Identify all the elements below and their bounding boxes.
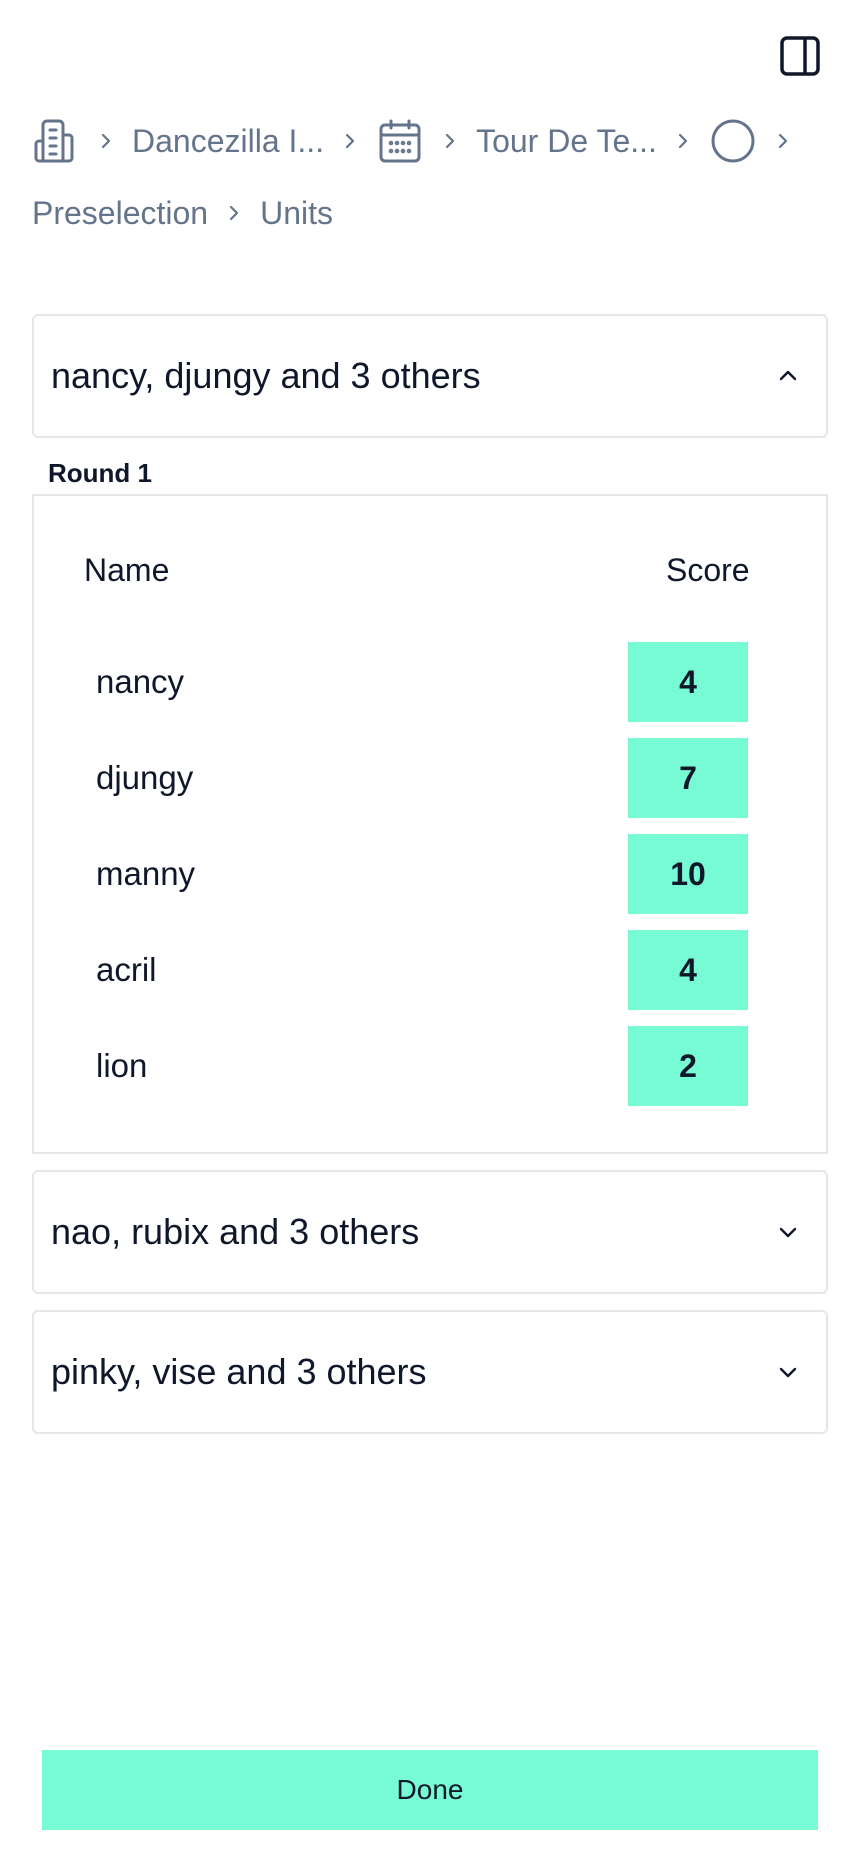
score-cell[interactable]: 10 bbox=[628, 834, 748, 914]
breadcrumb-units[interactable]: Units bbox=[260, 184, 333, 242]
column-header-name: Name bbox=[84, 552, 170, 588]
panel-toggle-button[interactable] bbox=[780, 36, 820, 76]
group-accordion-header[interactable]: nancy, djungy and 3 others bbox=[32, 314, 828, 438]
breadcrumb-preselection[interactable]: Preselection bbox=[32, 184, 208, 242]
score-cell[interactable]: 4 bbox=[628, 642, 748, 722]
breadcrumb-event[interactable]: Tour De Te... bbox=[476, 112, 657, 170]
done-button[interactable]: Done bbox=[42, 1750, 818, 1830]
breadcrumb-stage-icon-link[interactable] bbox=[709, 112, 757, 170]
breadcrumb-organization-icon-link[interactable] bbox=[32, 112, 80, 170]
breadcrumb: Dancezilla I... Tour De Te... Preselecti… bbox=[32, 112, 832, 242]
table-row: djungy 7 bbox=[34, 738, 826, 818]
scores-table: Name Score nancy 4 djungy 7 manny 10 acr… bbox=[32, 494, 828, 1154]
chevron-down-icon bbox=[774, 1358, 802, 1386]
score-cell[interactable]: 4 bbox=[628, 930, 748, 1010]
chevron-right-icon bbox=[424, 112, 476, 170]
calendar-icon bbox=[376, 117, 424, 165]
group-accordion-header[interactable]: pinky, vise and 3 others bbox=[32, 1310, 828, 1434]
table-row: lion 2 bbox=[34, 1026, 826, 1106]
breadcrumb-label: Preselection bbox=[32, 194, 209, 231]
chevron-right-icon bbox=[208, 184, 260, 242]
score-cell[interactable]: 2 bbox=[628, 1026, 748, 1106]
table-row: acril 4 bbox=[34, 930, 826, 1010]
dancer-name: djungy bbox=[96, 759, 194, 796]
table-row: nancy 4 bbox=[34, 642, 826, 722]
chevron-right-icon bbox=[657, 112, 709, 170]
dancer-name: lion bbox=[96, 1047, 148, 1084]
column-header-score: Score bbox=[666, 552, 750, 588]
chevron-up-icon bbox=[774, 362, 802, 390]
chevron-right-icon bbox=[324, 112, 376, 170]
round-label: Round 1 bbox=[48, 458, 152, 488]
chevron-right-icon bbox=[757, 112, 809, 170]
dancer-name: manny bbox=[96, 855, 196, 892]
panel-toggle-icon bbox=[780, 36, 820, 76]
table-row: manny 10 bbox=[34, 834, 826, 914]
breadcrumb-event-icon-link[interactable] bbox=[376, 112, 424, 170]
breadcrumb-label: Dancezilla I... bbox=[132, 122, 325, 159]
dancer-name: acril bbox=[96, 951, 157, 988]
breadcrumb-label: Units bbox=[260, 194, 333, 231]
group-title: nao, rubix and 3 others bbox=[51, 1211, 420, 1252]
breadcrumb-organization[interactable]: Dancezilla I... bbox=[132, 112, 324, 170]
building-icon bbox=[32, 117, 80, 165]
circle-icon bbox=[709, 117, 757, 165]
dancer-name: nancy bbox=[96, 663, 185, 700]
score-cell[interactable]: 7 bbox=[628, 738, 748, 818]
group-title: pinky, vise and 3 others bbox=[51, 1351, 427, 1392]
group-title: nancy, djungy and 3 others bbox=[51, 355, 481, 396]
chevron-down-icon bbox=[774, 1218, 802, 1246]
units-page: Dancezilla I... Tour De Te... Preselecti… bbox=[0, 0, 858, 1864]
chevron-right-icon bbox=[80, 112, 132, 170]
breadcrumb-label: Tour De Te... bbox=[476, 122, 657, 159]
group-accordion-header[interactable]: nao, rubix and 3 others bbox=[32, 1170, 828, 1294]
